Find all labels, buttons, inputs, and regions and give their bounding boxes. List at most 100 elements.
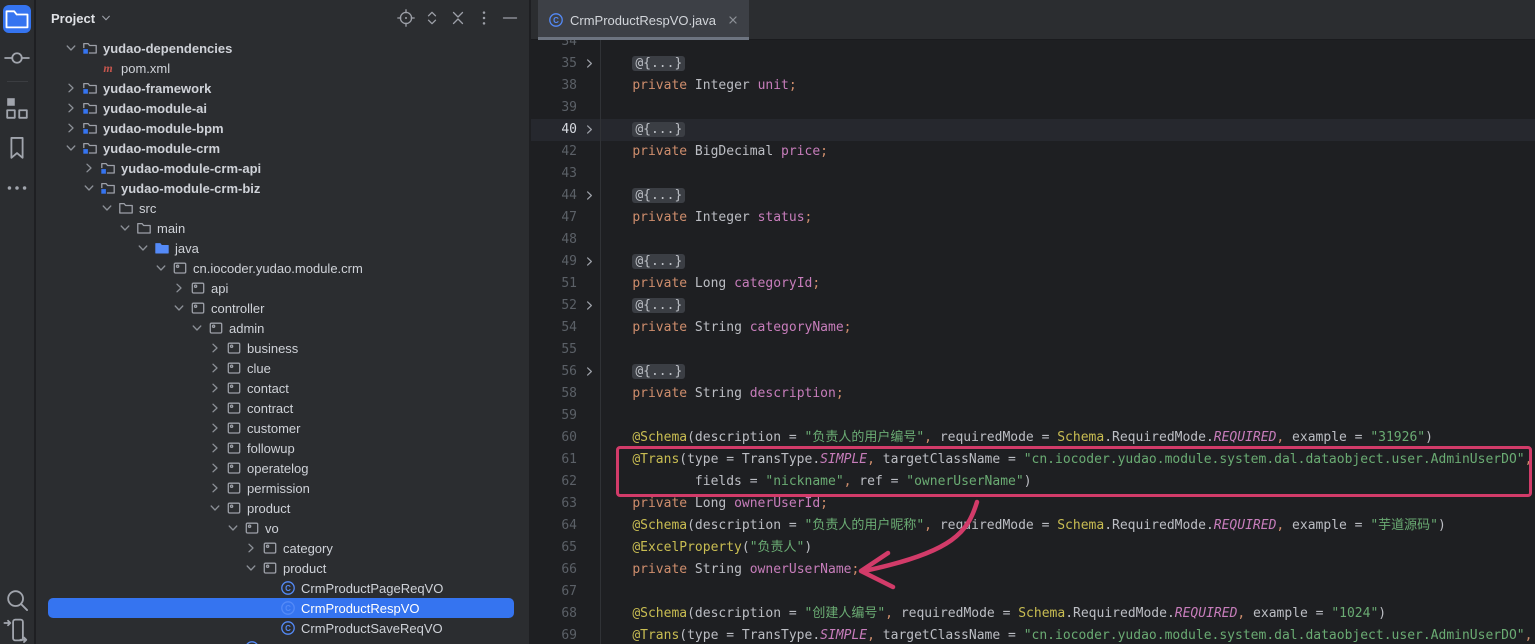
- chevron-right-icon[interactable]: [171, 280, 187, 296]
- chevron-right-icon[interactable]: [207, 360, 223, 376]
- code-line-47[interactable]: 47 private Integer status;: [531, 207, 1535, 229]
- tree-item-yudao-module-bpm[interactable]: yudao-module-bpm: [36, 118, 529, 138]
- chevron-down-icon[interactable]: [189, 320, 205, 336]
- chevron-down-icon[interactable]: [99, 200, 115, 216]
- code-line-59[interactable]: 59: [531, 405, 1535, 427]
- chevron-down-icon[interactable]: [225, 520, 241, 536]
- activity-button-tool-panel[interactable]: [3, 616, 31, 644]
- tree-item-yudao-framework[interactable]: yudao-framework: [36, 78, 529, 98]
- chevron-right-icon[interactable]: [207, 400, 223, 416]
- activity-button-more-tools[interactable]: [3, 174, 31, 202]
- tree-item-admin[interactable]: admin: [36, 318, 529, 338]
- code-line-55[interactable]: 55: [531, 339, 1535, 361]
- code-line-52[interactable]: 52 @{...}: [531, 295, 1535, 317]
- tree-item-CrmProductRespVO[interactable]: CCrmProductRespVO: [36, 598, 529, 618]
- chevron-right-icon[interactable]: [63, 100, 79, 116]
- code-line-54[interactable]: 54 private String categoryName;: [531, 317, 1535, 339]
- code-area[interactable]: 3435 @{...}38 private Integer unit;3940 …: [531, 0, 1535, 644]
- tree-item-permission[interactable]: permission: [36, 478, 529, 498]
- chevron-down-icon[interactable]: [153, 260, 169, 276]
- tree-item-controller[interactable]: controller: [36, 298, 529, 318]
- chevron-down-icon[interactable]: [63, 140, 79, 156]
- tree-item-category[interactable]: category: [36, 538, 529, 558]
- code-line-43[interactable]: 43: [531, 163, 1535, 185]
- toolbar-button-locate-file[interactable]: [396, 8, 416, 28]
- activity-button-project[interactable]: [3, 5, 31, 33]
- project-panel-title[interactable]: Project: [51, 11, 113, 26]
- close-icon[interactable]: [726, 13, 740, 27]
- code-line-67[interactable]: 67: [531, 581, 1535, 603]
- code-line-61[interactable]: 61 @Trans(type = TransType.SIMPLE, targe…: [531, 449, 1535, 471]
- code-line-49[interactable]: 49 @{...}: [531, 251, 1535, 273]
- tree-item-yudao-module-crm-biz[interactable]: yudao-module-crm-biz: [36, 178, 529, 198]
- chevron-right-icon[interactable]: [81, 160, 97, 176]
- code-line-62[interactable]: 62 fields = "nickname", ref = "ownerUser…: [531, 471, 1535, 493]
- code-line-40[interactable]: 40 @{...}: [531, 119, 1535, 141]
- chevron-right-icon[interactable]: [63, 80, 79, 96]
- tree-item-java[interactable]: java: [36, 238, 529, 258]
- tree-item-yudao-module-ai[interactable]: yudao-module-ai: [36, 98, 529, 118]
- tree-item-operatelog[interactable]: operatelog: [36, 458, 529, 478]
- toolbar-button-hide[interactable]: [500, 8, 520, 28]
- chevron-right-icon[interactable]: [207, 340, 223, 356]
- code-line-64[interactable]: 64 @Schema(description = "负责人的用户昵称", req…: [531, 515, 1535, 537]
- code-line-69[interactable]: 69 @Trans(type = TransType.SIMPLE, targe…: [531, 625, 1535, 644]
- tree-item-customer[interactable]: customer: [36, 418, 529, 438]
- tree-item-business[interactable]: business: [36, 338, 529, 358]
- code-line-48[interactable]: 48: [531, 229, 1535, 251]
- chevron-right-icon[interactable]: [207, 440, 223, 456]
- code-line-58[interactable]: 58 private String description;: [531, 383, 1535, 405]
- tree-item-product[interactable]: product: [36, 498, 529, 518]
- tree-item-main[interactable]: main: [36, 218, 529, 238]
- chevron-right-icon[interactable]: [207, 460, 223, 476]
- activity-button-commit[interactable]: [3, 44, 31, 72]
- tree-item-contact[interactable]: contact: [36, 378, 529, 398]
- activity-button-structure[interactable]: [3, 94, 31, 122]
- tree-item-api[interactable]: api: [36, 278, 529, 298]
- tree-item-cn.iocoder.yudao.module.crm[interactable]: cn.iocoder.yudao.module.crm: [36, 258, 529, 278]
- code-line-56[interactable]: 56 @{...}: [531, 361, 1535, 383]
- tree-item-yudao-module-crm[interactable]: yudao-module-crm: [36, 138, 529, 158]
- code-line-66[interactable]: 66 private String ownerUserName;: [531, 559, 1535, 581]
- chevron-right-icon[interactable]: [207, 420, 223, 436]
- tree-item-contract[interactable]: contract: [36, 398, 529, 418]
- chevron-down-icon[interactable]: [207, 500, 223, 516]
- tree-item-CrmProductSaveReqVO[interactable]: CCrmProductSaveReqVO: [36, 618, 529, 638]
- editor-tab[interactable]: C CrmProductRespVO.java: [538, 0, 749, 40]
- code-line-39[interactable]: 39: [531, 97, 1535, 119]
- toolbar-button-options[interactable]: [474, 8, 494, 28]
- chevron-right-icon[interactable]: [207, 480, 223, 496]
- chevron-down-icon[interactable]: [243, 560, 259, 576]
- tree-item-clue[interactable]: clue: [36, 358, 529, 378]
- code-line-42[interactable]: 42 private BigDecimal price;: [531, 141, 1535, 163]
- code-line-44[interactable]: 44 @{...}: [531, 185, 1535, 207]
- tree-item-followup[interactable]: followup: [36, 438, 529, 458]
- code-line-60[interactable]: 60 @Schema(description = "负责人的用户编号", req…: [531, 427, 1535, 449]
- tree-item-yudao-module-crm-api[interactable]: yudao-module-crm-api: [36, 158, 529, 178]
- activity-button-search[interactable]: [3, 586, 31, 614]
- tree-item-vo[interactable]: vo: [36, 518, 529, 538]
- tree-item-yudao-dependencies[interactable]: yudao-dependencies: [36, 38, 529, 58]
- tree-item-src[interactable]: src: [36, 198, 529, 218]
- code-line-35[interactable]: 35 @{...}: [531, 53, 1535, 75]
- toolbar-button-collapse-all[interactable]: [448, 8, 468, 28]
- tree-item-product[interactable]: product: [36, 558, 529, 578]
- chevron-down-icon[interactable]: [81, 180, 97, 196]
- chevron-down-icon[interactable]: [63, 40, 79, 56]
- tree-item[interactable]: C: [36, 638, 529, 644]
- chevron-down-icon[interactable]: [117, 220, 133, 236]
- activity-button-bookmarks[interactable]: [3, 134, 31, 162]
- chevron-down-icon[interactable]: [135, 240, 151, 256]
- toolbar-button-expand-all[interactable]: [422, 8, 442, 28]
- chevron-down-icon[interactable]: [171, 300, 187, 316]
- tree-item-CrmProductPageReqVO[interactable]: CCrmProductPageReqVO: [36, 578, 529, 598]
- code-line-51[interactable]: 51 private Long categoryId;: [531, 273, 1535, 295]
- chevron-right-icon[interactable]: [63, 120, 79, 136]
- tree-item-pom.xml[interactable]: mpom.xml: [36, 58, 529, 78]
- code-line-68[interactable]: 68 @Schema(description = "创建人编号", requir…: [531, 603, 1535, 625]
- code-line-65[interactable]: 65 @ExcelProperty("负责人"): [531, 537, 1535, 559]
- code-line-38[interactable]: 38 private Integer unit;: [531, 75, 1535, 97]
- chevron-right-icon[interactable]: [207, 380, 223, 396]
- code-line-63[interactable]: 63 private Long ownerUserId;: [531, 493, 1535, 515]
- chevron-right-icon[interactable]: [243, 540, 259, 556]
